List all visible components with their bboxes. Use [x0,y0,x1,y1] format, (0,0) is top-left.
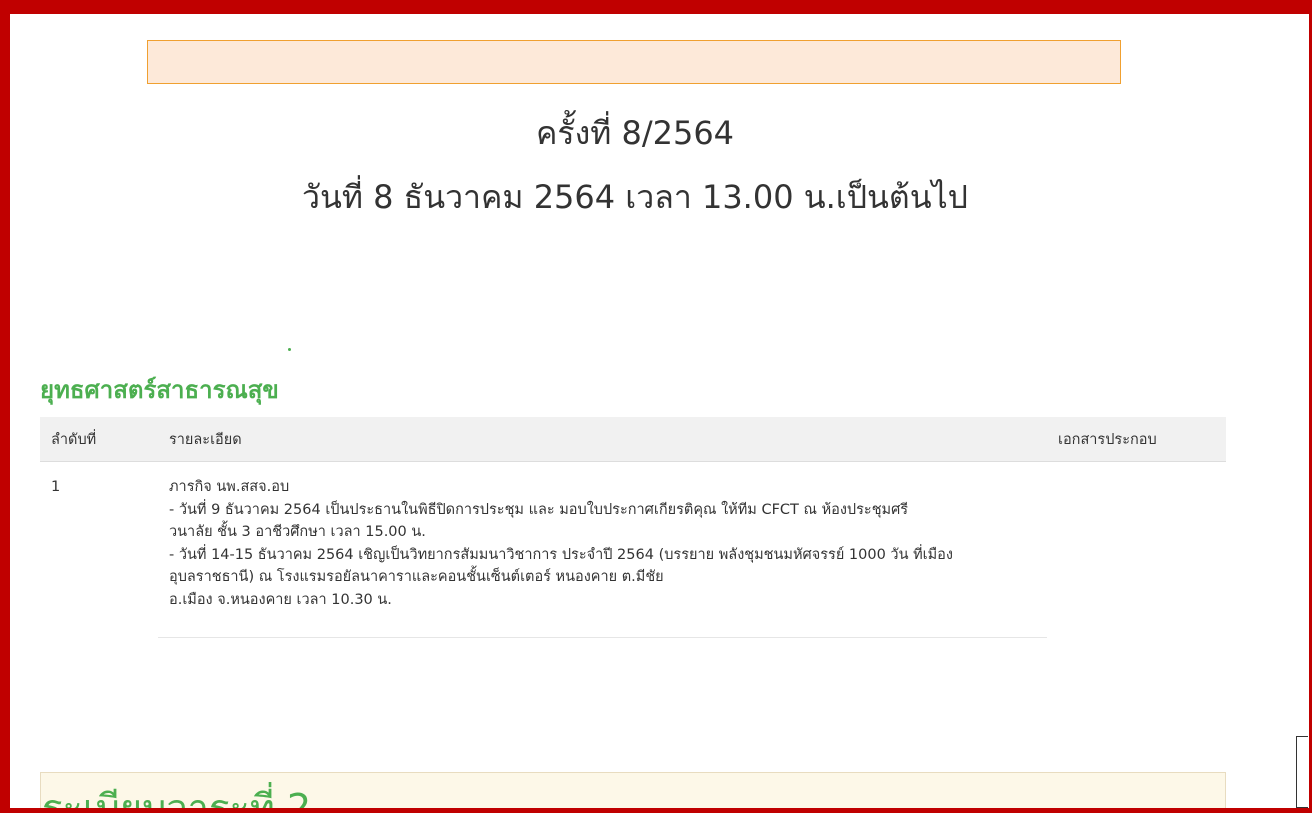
detail-line: ภารกิจ นพ.สสจ.อบ [169,479,290,495]
detail-line: - วันที่ 9 ธันวาคม 2564 เป็นประธานในพิธี… [169,501,909,518]
side-scroll-handle[interactable] [1296,736,1308,808]
table-row: 1 ภารกิจ นพ.สสจ.อบ - วันที่ 9 ธันวาคม 25… [40,461,1226,638]
column-header-detail: รายละเอียด [158,417,1047,462]
meeting-date: วันที่ 8 ธันวาคม 2564 เวลา 13.00 น.เป็นต… [302,178,968,216]
agenda-table: ลำดับที่ รายละเอียด เอกสารประกอบ 1 ภารกิ… [40,417,1226,638]
agenda-2-title: ระเบียบวาระที่ 2 [42,786,312,808]
detail-line: วนาลัย ชั้น 3 อาชีวศึกษา เวลา 15.00 น. [169,524,426,540]
row-number: 1 [51,479,61,495]
decorative-dot [288,348,291,351]
section-heading: ยุทธศาสตร์สาธารณสุข [40,376,279,404]
agenda-2-panel: ระเบียบวาระที่ 2 [40,772,1226,808]
detail-line: อุบลราชธานี) ณ โรงแรมรอยัลนาคาราและคอนชั… [169,569,664,585]
document-viewport: ครั้งที่ 8/2564 วันที่ 8 ธันวาคม 2564 เว… [10,14,1309,808]
row-detail: ภารกิจ นพ.สสจ.อบ - วันที่ 9 ธันวาคม 2564… [158,461,1047,638]
column-header-no: ลำดับที่ [40,417,158,462]
detail-line: - วันที่ 14-15 ธันวาคม 2564 เชิญเป็นวิทย… [169,546,953,563]
meeting-title-banner [147,40,1121,84]
table-header-row: ลำดับที่ รายละเอียด เอกสารประกอบ [40,417,1226,462]
row-attachment [1047,462,1226,638]
column-header-attachment: เอกสารประกอบ [1047,417,1226,462]
meeting-number: ครั้งที่ 8/2564 [535,114,735,152]
detail-line: อ.เมือง จ.หนองคาย เวลา 10.30 น. [169,591,392,608]
